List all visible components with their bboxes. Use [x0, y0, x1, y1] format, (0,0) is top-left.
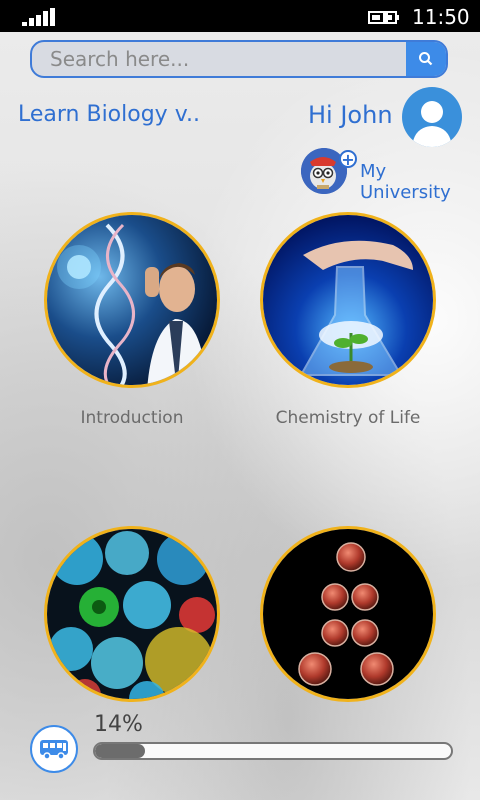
topic-introduction-image[interactable] — [44, 212, 220, 388]
bus-icon[interactable] — [30, 725, 78, 773]
battery-charging-icon — [368, 9, 402, 25]
search-button[interactable] — [406, 42, 446, 76]
add-university-plus-icon[interactable]: + — [339, 150, 357, 168]
signal-icon — [22, 8, 55, 26]
search-icon — [419, 52, 433, 66]
app-title[interactable]: Learn Biology v.. — [18, 102, 200, 127]
topic-label[interactable]: Chemistry of Life — [238, 408, 458, 428]
my-university-link[interactable]: My University — [360, 161, 480, 203]
topic-cell-division-image[interactable] — [260, 526, 436, 702]
progress-fill — [95, 744, 145, 758]
user-avatar-icon[interactable] — [402, 87, 462, 147]
search-bar — [30, 40, 448, 78]
topic-label[interactable]: Introduction — [22, 408, 242, 428]
search-input[interactable] — [32, 42, 408, 76]
status-bar: 11:50 — [0, 0, 480, 32]
status-time: 11:50 — [412, 5, 470, 29]
topic-chemistry-image[interactable] — [260, 212, 436, 388]
progress-percent: 14% — [94, 712, 143, 737]
topic-cells-image[interactable] — [44, 526, 220, 702]
progress-bar — [93, 742, 453, 760]
user-greeting[interactable]: Hi John — [308, 101, 393, 129]
